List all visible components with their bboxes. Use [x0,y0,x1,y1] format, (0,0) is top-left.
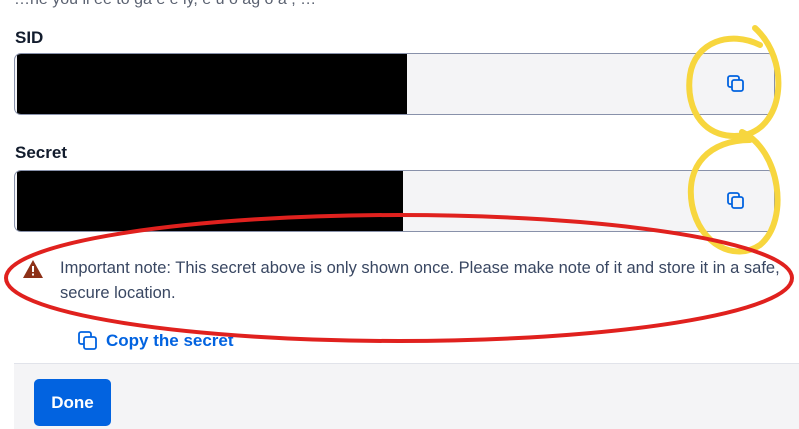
sid-copy-button[interactable] [720,68,752,100]
copy-icon [727,75,744,92]
sid-label: SID [15,28,44,47]
secret-redaction [17,171,403,231]
secret-label: Secret [15,143,67,162]
truncated-intro-text: …ne you ll ee to ga e e ly, e u o ag o a… [14,0,316,9]
note-text: Important note: This secret above is onl… [60,259,780,302]
copy-secret-link[interactable]: Copy the secret [78,331,234,351]
important-note: Important note: This secret above is onl… [22,256,782,306]
sid-field[interactable] [14,53,775,115]
copy-icon [727,192,744,209]
secret-copy-button[interactable] [720,185,752,217]
done-button[interactable]: Done [34,379,111,426]
copy-icon [78,331,97,350]
secret-field[interactable] [14,170,775,232]
modal-footer: Done [14,363,799,429]
warning-triangle-icon [23,260,43,278]
sid-redaction [17,54,407,114]
copy-secret-label: Copy the secret [106,331,234,350]
